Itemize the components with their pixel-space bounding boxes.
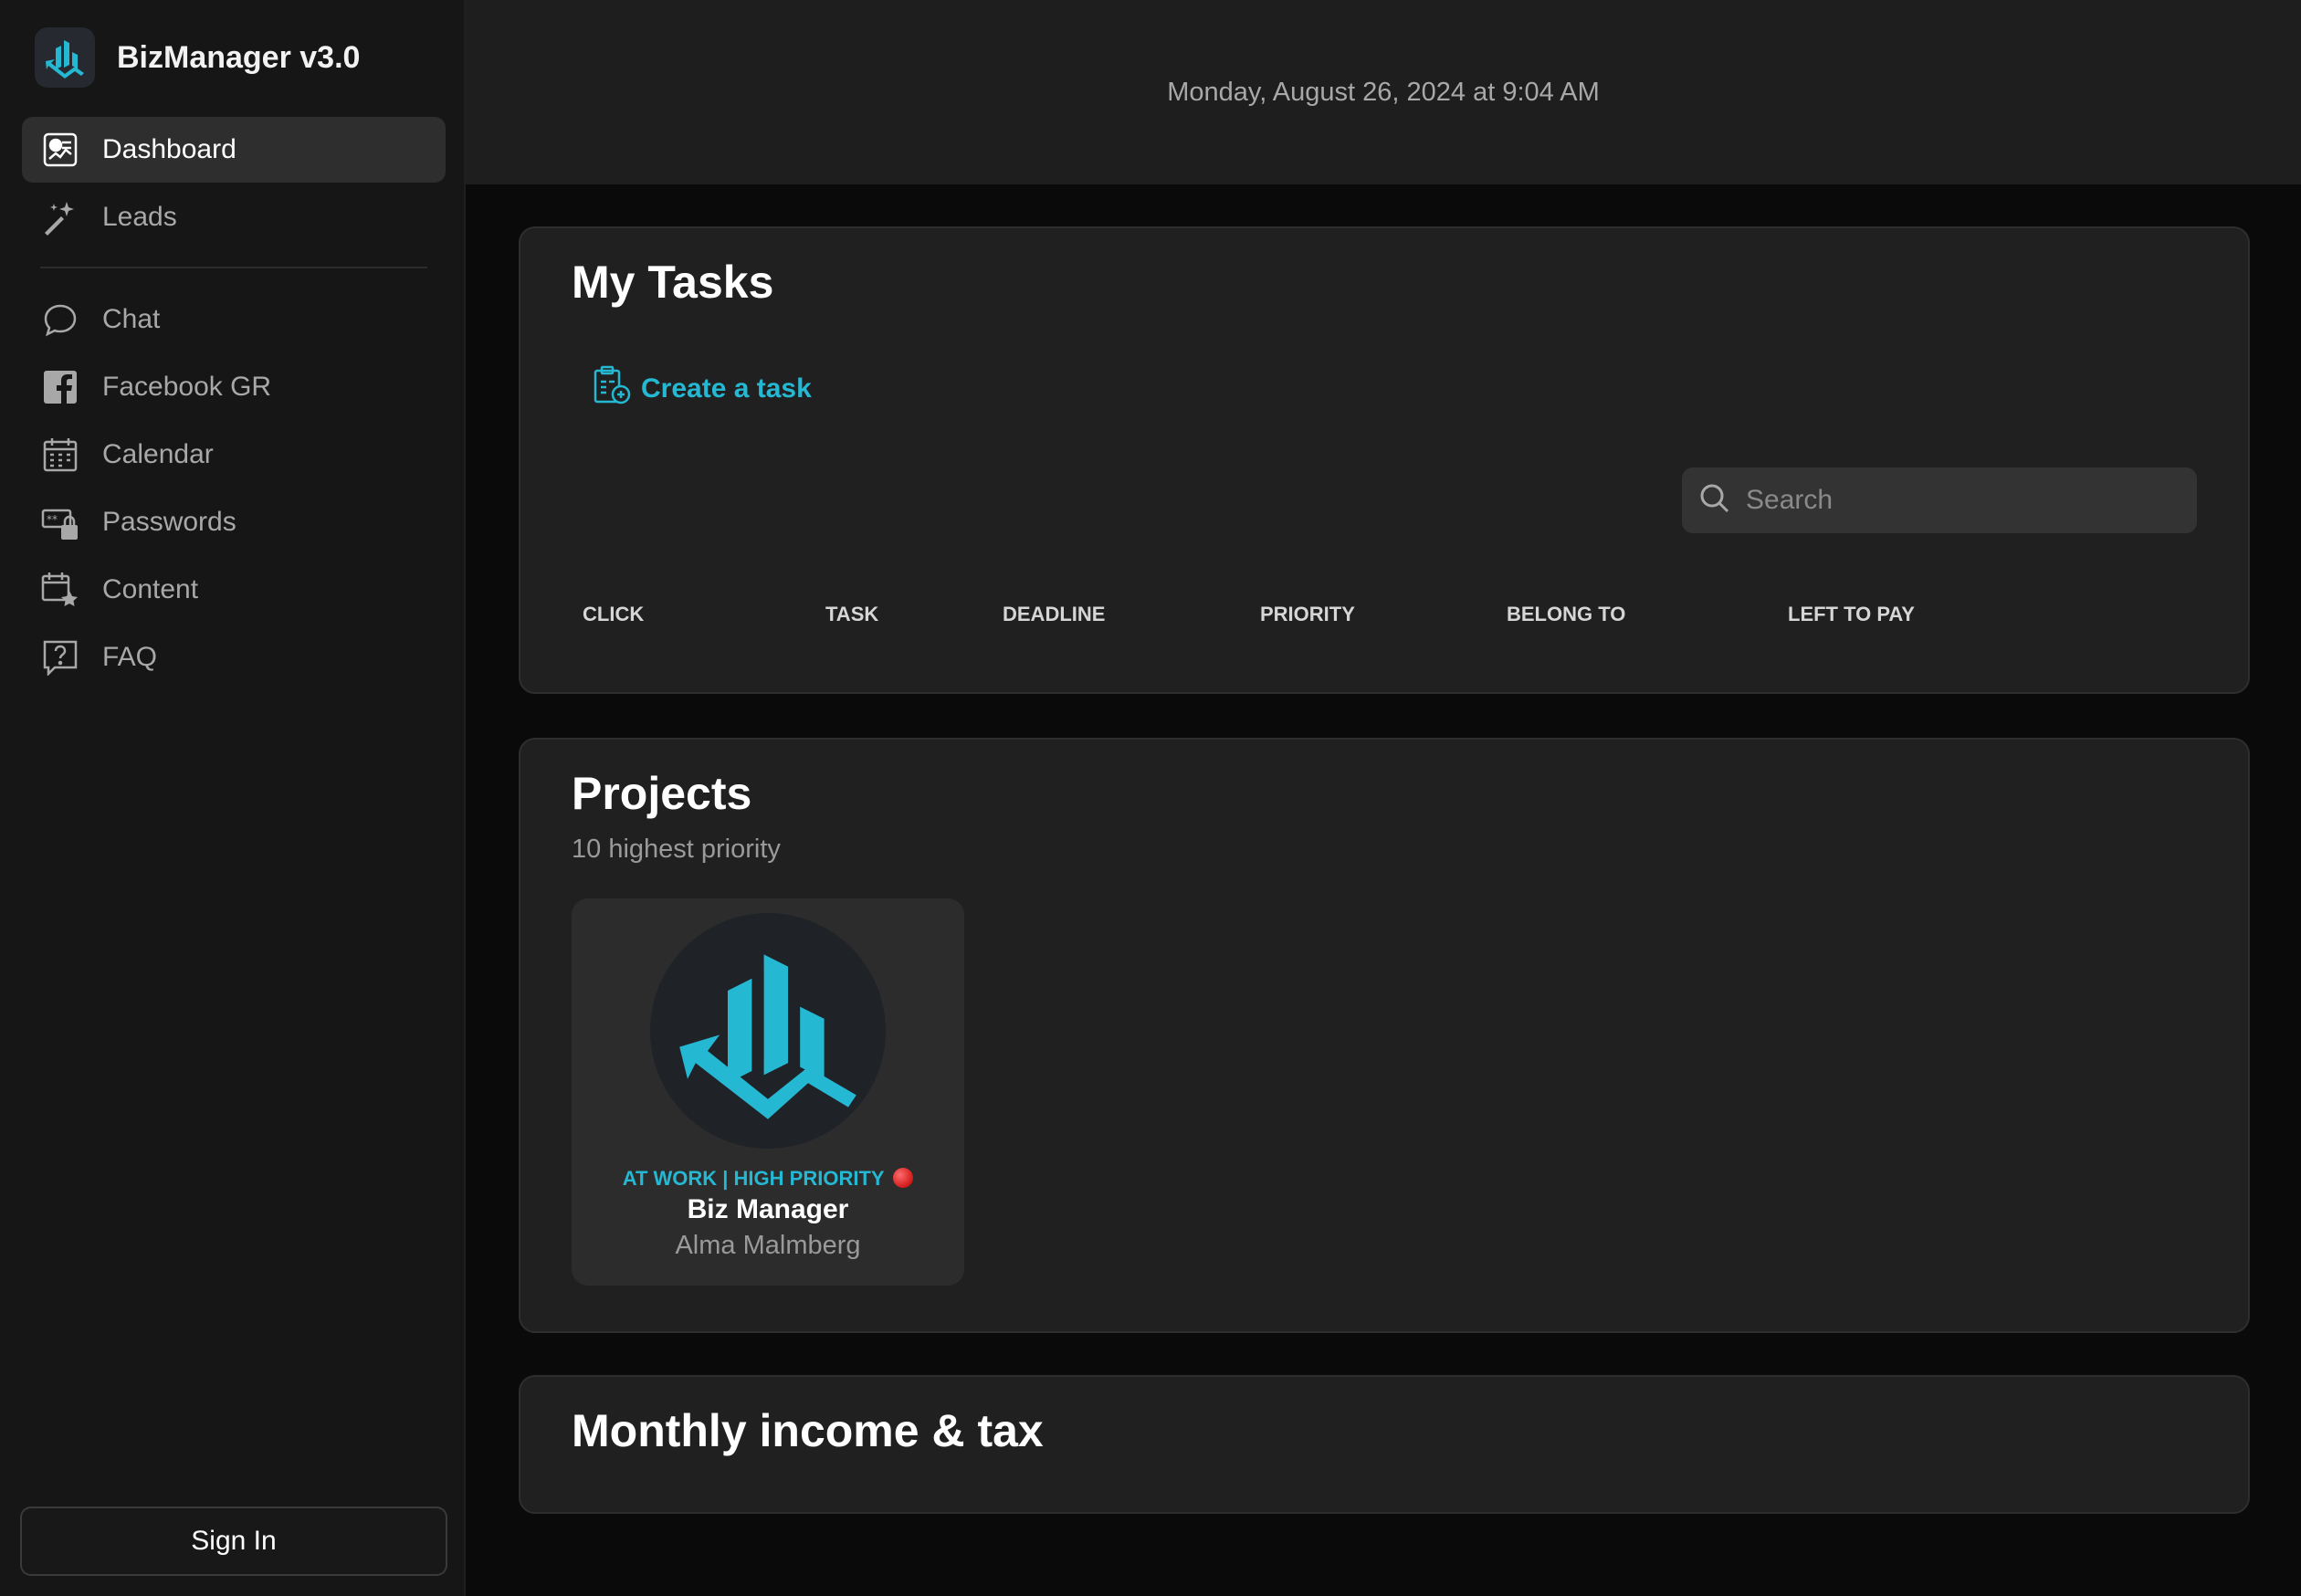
sidebar-item-dashboard[interactable]: Dashboard (22, 117, 446, 183)
calendar-icon (40, 435, 80, 475)
sidebar-item-label: Passwords (102, 507, 236, 537)
nav-divider (40, 267, 427, 268)
sidebar-item-label: Content (102, 574, 199, 604)
question-bubble-icon (40, 637, 80, 677)
current-datetime: Monday, August 26, 2024 at 9:04 AM (1167, 77, 1600, 107)
sidebar-item-passwords[interactable]: ** Passwords (22, 489, 446, 555)
sidebar-item-label: Leads (102, 202, 177, 232)
calendar-star-icon (40, 570, 80, 610)
projects-subtitle: 10 highest priority (572, 835, 781, 864)
my-tasks-title: My Tasks (572, 257, 774, 308)
sidebar-item-label: Facebook GR (102, 372, 272, 402)
monthly-income-card: Monthly income & tax (519, 1375, 2250, 1514)
app-title: BizManager v3.0 (117, 39, 361, 75)
sidebar-item-leads[interactable]: Leads (22, 184, 446, 250)
monthly-income-title: Monthly income & tax (572, 1405, 1044, 1456)
project-logo-icon (650, 913, 886, 1149)
sign-in-button[interactable]: Sign In (20, 1507, 447, 1576)
sidebar-item-label: Dashboard (102, 134, 236, 164)
create-task-button[interactable]: Create a task (592, 365, 812, 413)
high-priority-dot-icon (893, 1168, 914, 1188)
sidebar-item-calendar[interactable]: Calendar (22, 422, 446, 488)
main-content: Monday, August 26, 2024 at 9:04 AM My Ta… (466, 0, 2301, 1596)
project-status-text: AT WORK | HIGH PRIORITY (622, 1167, 885, 1190)
search-icon (1698, 482, 1731, 520)
facebook-icon (40, 367, 80, 407)
project-owner: Alma Malmberg (675, 1231, 861, 1260)
project-card[interactable]: AT WORK | HIGH PRIORITY Biz Manager Alma… (572, 898, 964, 1286)
tasks-table-header: CLICK TASK DEADLINE PRIORITY BELONG TO L… (520, 603, 2248, 639)
column-header-task[interactable]: TASK (825, 603, 878, 626)
task-search[interactable] (1682, 467, 2197, 533)
column-header-click[interactable]: CLICK (583, 603, 644, 626)
sidebar-item-label: Calendar (102, 439, 214, 469)
my-tasks-card: My Tasks Create a task Search CLICK TASK… (519, 226, 2250, 694)
magic-wand-icon (40, 197, 80, 237)
sidebar-item-faq[interactable]: FAQ (22, 625, 446, 690)
sidebar-item-label: Chat (102, 304, 161, 334)
search-input[interactable] (1746, 485, 2175, 516)
project-name: Biz Manager (687, 1194, 849, 1224)
password-lock-icon: ** (40, 502, 80, 542)
sidebar-item-facebook-gr[interactable]: Facebook GR (22, 354, 446, 420)
project-status: AT WORK | HIGH PRIORITY (572, 1167, 964, 1191)
brand[interactable]: BizManager v3.0 (35, 27, 360, 88)
clipboard-add-icon (592, 365, 632, 413)
sidebar-nav: Dashboard Leads Chat Facebook GR Calenda… (22, 117, 446, 692)
column-header-belong-to[interactable]: BELONG TO (1507, 603, 1625, 626)
brand-logo-icon (35, 27, 95, 88)
sidebar-item-chat[interactable]: Chat (22, 287, 446, 352)
projects-card: Projects 10 highest priority AT WORK | H… (519, 738, 2250, 1333)
sidebar-item-content[interactable]: Content (22, 557, 446, 623)
projects-title: Projects (572, 768, 752, 819)
column-header-deadline[interactable]: DEADLINE (1003, 603, 1105, 626)
create-task-label: Create a task (641, 373, 812, 404)
sidebar: BizManager v3.0 Dashboard Leads Chat Fac… (0, 0, 466, 1596)
column-header-left-to-pay[interactable]: LEFT TO PAY (1788, 603, 1915, 626)
sidebar-item-label: FAQ (102, 642, 158, 672)
chat-bubble-icon (40, 299, 80, 340)
column-header-priority[interactable]: PRIORITY (1260, 603, 1355, 626)
dashboard-icon (40, 130, 80, 170)
svg-text:**: ** (47, 513, 58, 526)
top-bar: Monday, August 26, 2024 at 9:04 AM (466, 0, 2301, 184)
